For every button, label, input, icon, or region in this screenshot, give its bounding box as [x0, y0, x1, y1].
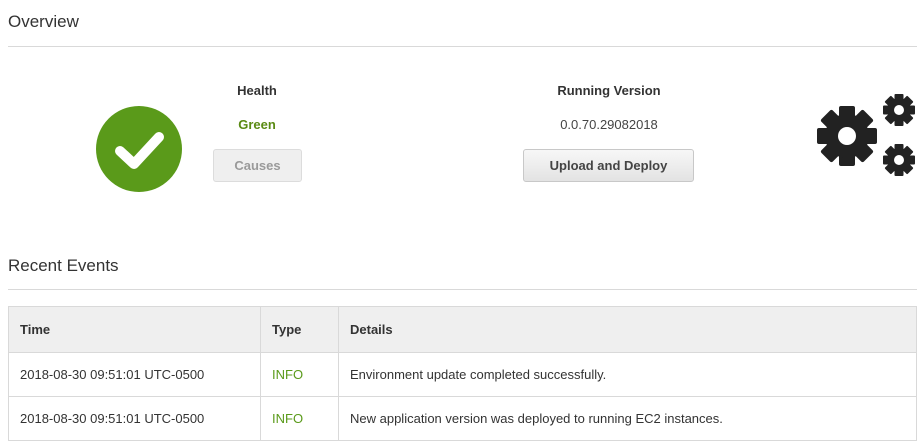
causes-button[interactable]: Causes [213, 149, 302, 182]
overview-divider [8, 46, 917, 47]
running-version-value: 0.0.70.29082018 [560, 117, 658, 132]
event-details: New application version was deployed to … [338, 396, 917, 441]
events-header-row: Time Type Details [8, 306, 917, 353]
event-time: 2018-08-30 09:51:01 UTC-0500 [8, 352, 261, 397]
running-version-label: Running Version [557, 83, 661, 98]
gears-icon[interactable] [817, 84, 917, 182]
event-type: INFO [260, 396, 339, 441]
event-details: Environment update completed successfull… [338, 352, 917, 397]
health-value: Green [238, 117, 276, 132]
health-label: Health [237, 83, 277, 98]
column-header-details[interactable]: Details [338, 306, 917, 353]
health-status-circle [96, 106, 182, 192]
table-row: 2018-08-30 09:51:01 UTC-0500 INFO Enviro… [8, 352, 917, 397]
recent-events-title: Recent Events [8, 256, 119, 275]
column-header-type[interactable]: Type [260, 306, 339, 353]
overview-title: Overview [8, 12, 79, 31]
events-table: Time Type Details 2018-08-30 09:51:01 UT… [8, 306, 917, 441]
event-type: INFO [260, 352, 339, 397]
upload-and-deploy-button[interactable]: Upload and Deploy [523, 149, 694, 182]
table-row: 2018-08-30 09:51:01 UTC-0500 INFO New ap… [8, 396, 917, 441]
column-header-time[interactable]: Time [8, 306, 261, 353]
recent-events-divider [8, 289, 917, 290]
event-time: 2018-08-30 09:51:01 UTC-0500 [8, 396, 261, 441]
check-circle-icon [115, 132, 164, 169]
